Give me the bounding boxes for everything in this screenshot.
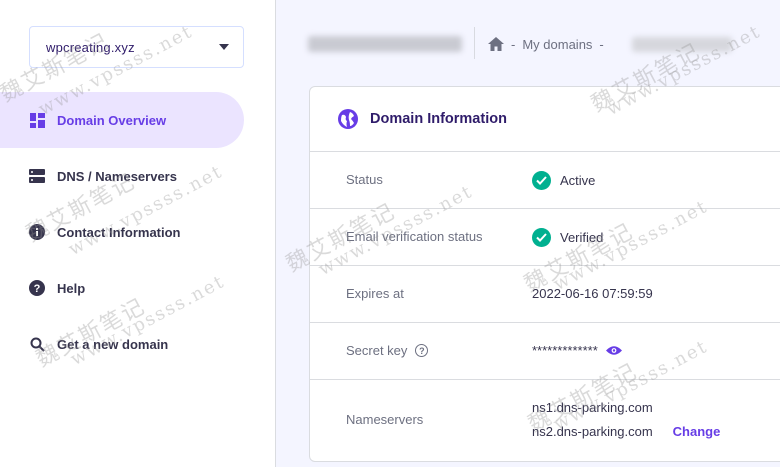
expires-value: 2022-06-16 07:59:59 bbox=[532, 286, 653, 301]
secret-key-value: ************* bbox=[532, 343, 622, 358]
sidebar-nav: Domain Overview DNS / Nameservers Contac… bbox=[0, 92, 244, 372]
home-icon[interactable] bbox=[488, 37, 504, 51]
info-row-secret-key: Secret key ? ************* bbox=[310, 323, 780, 380]
status-label: Status bbox=[346, 172, 383, 187]
email-verification-text: Verified bbox=[560, 230, 604, 245]
server-icon bbox=[29, 168, 45, 184]
question-icon[interactable]: ? bbox=[415, 344, 429, 357]
breadcrumb-my-domains[interactable]: My domains bbox=[522, 37, 592, 52]
sidebar-item-label: Help bbox=[57, 280, 86, 296]
change-nameservers-button[interactable]: Change bbox=[673, 424, 721, 439]
card-header: Domain Information bbox=[310, 87, 780, 152]
globe-icon bbox=[338, 109, 358, 129]
status-value: Active bbox=[532, 171, 595, 190]
blurred-breadcrumb-domain bbox=[632, 37, 732, 52]
eye-icon[interactable] bbox=[605, 345, 622, 356]
secret-key-label-text: Secret key bbox=[346, 343, 408, 358]
check-circle-icon bbox=[532, 171, 551, 190]
email-verification-value: Verified bbox=[532, 228, 603, 247]
info-row-email-verification: Email verification status Verified bbox=[310, 209, 780, 266]
secret-key-label: Secret key ? bbox=[346, 343, 429, 358]
secret-key-masked: ************* bbox=[532, 343, 598, 358]
breadcrumb: - My domains - bbox=[488, 34, 611, 54]
dashboard-icon bbox=[29, 112, 45, 128]
nameserver-2-row: ns2.dns-parking.com Change bbox=[532, 424, 720, 439]
info-icon bbox=[29, 224, 45, 240]
sidebar-item-contact-information[interactable]: Contact Information bbox=[0, 204, 244, 260]
breadcrumb-separator: - bbox=[511, 36, 516, 52]
breadcrumb-separator: - bbox=[599, 36, 604, 52]
nameservers-label: Nameservers bbox=[346, 412, 424, 427]
sidebar-item-get-new-domain[interactable]: Get a new domain bbox=[0, 316, 244, 372]
status-text: Active bbox=[560, 173, 596, 188]
nameserver-1: ns1.dns-parking.com bbox=[532, 400, 653, 415]
nameservers-values: ns1.dns-parking.com ns2.dns-parking.com … bbox=[532, 400, 720, 439]
domain-information-card: Domain Information Status Active Email v… bbox=[309, 86, 780, 462]
header-divider bbox=[474, 27, 475, 59]
sidebar-item-dns-nameservers[interactable]: DNS / Nameservers bbox=[0, 148, 244, 204]
blurred-domain-name bbox=[308, 36, 462, 52]
info-row-expires: Expires at 2022-06-16 07:59:59 bbox=[310, 266, 780, 323]
question-icon: ? bbox=[29, 280, 45, 296]
sidebar-item-label: Contact Information bbox=[57, 224, 181, 240]
domain-selector-value: wpcreating.xyz bbox=[46, 39, 135, 55]
card-title: Domain Information bbox=[370, 111, 507, 127]
svg-text:?: ? bbox=[34, 283, 41, 295]
sidebar-item-label: DNS / Nameservers bbox=[57, 168, 177, 184]
search-icon bbox=[29, 336, 45, 352]
domain-selector[interactable]: wpcreating.xyz bbox=[29, 26, 244, 68]
chevron-down-icon bbox=[219, 44, 229, 50]
email-verification-label: Email verification status bbox=[346, 229, 483, 244]
check-circle-icon bbox=[532, 228, 551, 247]
sidebar-item-label: Domain Overview bbox=[57, 112, 167, 128]
expires-label: Expires at bbox=[346, 286, 404, 301]
info-row-nameservers: Nameservers ns1.dns-parking.com ns2.dns-… bbox=[310, 380, 780, 460]
sidebar-item-help[interactable]: ? Help bbox=[0, 260, 244, 316]
info-row-status: Status Active bbox=[310, 152, 780, 209]
sidebar-item-domain-overview[interactable]: Domain Overview bbox=[0, 92, 244, 148]
sidebar-item-label: Get a new domain bbox=[57, 336, 169, 352]
nameserver-2: ns2.dns-parking.com bbox=[532, 424, 653, 439]
sidebar: wpcreating.xyz Domain Overview DNS / Nam… bbox=[0, 0, 276, 467]
